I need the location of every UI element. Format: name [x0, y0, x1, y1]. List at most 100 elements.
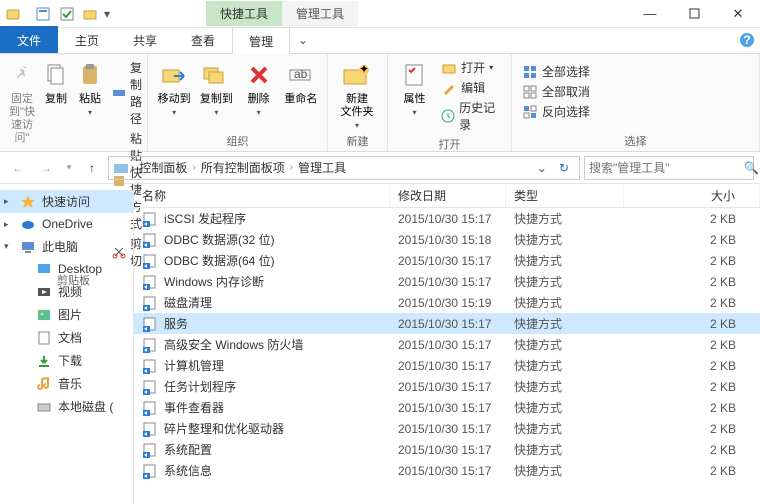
crumb-all-items[interactable]: 所有控制面板项	[198, 159, 288, 176]
file-size: 2 KB	[624, 275, 760, 289]
file-size: 2 KB	[624, 359, 760, 373]
search-input[interactable]	[589, 161, 744, 175]
col-date[interactable]: 修改日期	[390, 184, 506, 207]
pin-button[interactable]: 固定到"快速访问"	[6, 56, 38, 145]
list-item[interactable]: 任务计划程序 2015/10/30 15:17 快捷方式 2 KB	[134, 376, 760, 397]
open-icon	[441, 60, 457, 76]
select-none-button[interactable]: 全部取消	[518, 82, 594, 101]
nav-recent-dropdown[interactable]: ▾	[62, 156, 76, 180]
move-to-button[interactable]: 移动到▾	[154, 56, 194, 117]
nav-back-button[interactable]: ←	[6, 156, 30, 180]
file-type: 快捷方式	[506, 336, 624, 353]
navigation-pane[interactable]: ▸ 快速访问 ▸ OneDrive ▾ 此电脑 Desktop 视频 图片	[0, 184, 134, 504]
properties-button[interactable]: 属性▾	[394, 56, 435, 117]
crumb-control-panel[interactable]: 控制面板	[136, 159, 190, 176]
file-list[interactable]: 名称 修改日期 类型 大小 iSCSI 发起程序 2015/10/30 15:1…	[134, 184, 760, 504]
list-item[interactable]: 计算机管理 2015/10/30 15:17 快捷方式 2 KB	[134, 355, 760, 376]
minimize-button[interactable]: —	[628, 0, 672, 28]
list-item[interactable]: 系统配置 2015/10/30 15:17 快捷方式 2 KB	[134, 439, 760, 460]
col-size[interactable]: 大小	[624, 184, 760, 207]
nav-item[interactable]: 图片	[0, 303, 133, 326]
col-type[interactable]: 类型	[506, 184, 624, 207]
tab-share[interactable]: 共享	[116, 26, 174, 53]
move-to-icon	[158, 59, 190, 91]
nav-item[interactable]: 视频	[0, 280, 133, 303]
file-type: 快捷方式	[506, 441, 624, 458]
expand-icon[interactable]: ▾	[4, 241, 14, 252]
tab-home[interactable]: 主页	[58, 26, 116, 53]
copy-button[interactable]: 复制	[40, 56, 72, 106]
paste-button[interactable]: 粘贴 ▾	[74, 56, 106, 117]
select-all-button[interactable]: 全部选择	[518, 62, 594, 81]
list-item[interactable]: 系统信息 2015/10/30 15:17 快捷方式 2 KB	[134, 460, 760, 481]
qat-newfolder-icon[interactable]	[80, 3, 102, 25]
context-tab-shortcut-tools[interactable]: 快捷工具	[206, 1, 282, 26]
file-type: 快捷方式	[506, 273, 624, 290]
qat-checkbox-icon[interactable]	[56, 3, 78, 25]
address-dropdown-icon[interactable]: ⌄	[533, 161, 551, 175]
context-tab-manage-tools[interactable]: 管理工具	[282, 1, 358, 26]
nav-item[interactable]: 本地磁盘 (	[0, 395, 133, 418]
file-size: 2 KB	[624, 422, 760, 436]
expand-icon[interactable]: ▸	[4, 219, 14, 230]
list-item[interactable]: Windows 内存诊断 2015/10/30 15:17 快捷方式 2 KB	[134, 271, 760, 292]
nav-up-button[interactable]: ↑	[80, 156, 104, 180]
new-folder-button[interactable]: ✦ 新建 文件夹▾	[334, 56, 380, 130]
file-size: 2 KB	[624, 212, 760, 226]
nav-item[interactable]: ▾ 此电脑	[0, 235, 133, 258]
list-item[interactable]: 高级安全 Windows 防火墙 2015/10/30 15:17 快捷方式 2…	[134, 334, 760, 355]
new-folder-icon: ✦	[341, 59, 373, 91]
rename-button[interactable]: ab 重命名	[281, 56, 321, 106]
nav-item[interactable]: 文档	[0, 326, 133, 349]
invert-selection-button[interactable]: 反向选择	[518, 102, 594, 121]
crumb-admin-tools[interactable]: 管理工具	[295, 159, 349, 176]
nav-forward-button[interactable]: →	[34, 156, 58, 180]
expand-icon[interactable]: ▸	[4, 196, 14, 207]
history-button[interactable]: 历史记录	[437, 98, 505, 134]
list-item[interactable]: 磁盘清理 2015/10/30 15:19 快捷方式 2 KB	[134, 292, 760, 313]
list-item[interactable]: iSCSI 发起程序 2015/10/30 15:17 快捷方式 2 KB	[134, 208, 760, 229]
file-date: 2015/10/30 15:19	[390, 296, 506, 310]
tab-file[interactable]: 文件	[0, 26, 58, 53]
nav-item[interactable]: 下载	[0, 349, 133, 372]
group-new-label: 新建	[334, 131, 381, 151]
tab-manage[interactable]: 管理	[232, 27, 290, 54]
nav-item[interactable]: Desktop	[0, 258, 133, 280]
list-item[interactable]: 碎片整理和优化驱动器 2015/10/30 15:17 快捷方式 2 KB	[134, 418, 760, 439]
delete-button[interactable]: 删除▾	[239, 56, 279, 117]
close-button[interactable]: ✕	[716, 0, 760, 28]
file-name: Windows 内存诊断	[164, 273, 264, 290]
breadcrumb[interactable]: › 控制面板› 所有控制面板项› 管理工具 ⌄ ↻	[108, 156, 580, 180]
search-box[interactable]: 🔍	[584, 156, 754, 180]
copy-path-button[interactable]: 复制路径	[108, 58, 148, 128]
properties-icon	[399, 59, 431, 91]
edit-button[interactable]: 编辑	[437, 78, 505, 97]
file-name: 任务计划程序	[164, 378, 236, 395]
help-icon[interactable]: ?	[734, 27, 760, 53]
qat-dropdown-icon[interactable]: ▾	[104, 7, 116, 21]
list-item[interactable]: ODBC 数据源(32 位) 2015/10/30 15:18 快捷方式 2 K…	[134, 229, 760, 250]
file-size: 2 KB	[624, 233, 760, 247]
refresh-icon[interactable]: ↻	[553, 161, 575, 175]
qat-properties-icon[interactable]	[32, 3, 54, 25]
list-item[interactable]: 事件查看器 2015/10/30 15:17 快捷方式 2 KB	[134, 397, 760, 418]
maximize-button[interactable]	[672, 0, 716, 28]
col-name[interactable]: 名称	[134, 184, 390, 207]
nav-item[interactable]: 音乐	[0, 372, 133, 395]
open-button[interactable]: 打开 ▾	[437, 58, 505, 77]
down-icon	[36, 353, 52, 369]
file-type: 快捷方式	[506, 210, 624, 227]
tab-view[interactable]: 查看	[174, 26, 232, 53]
file-date: 2015/10/30 15:18	[390, 233, 506, 247]
file-type: 快捷方式	[506, 399, 624, 416]
shortcut-icon	[142, 211, 158, 227]
file-date: 2015/10/30 15:17	[390, 422, 506, 436]
ribbon-collapse-icon[interactable]: ⌄	[290, 27, 316, 53]
list-item[interactable]: ODBC 数据源(64 位) 2015/10/30 15:17 快捷方式 2 K…	[134, 250, 760, 271]
shortcut-icon	[142, 442, 158, 458]
list-item[interactable]: 服务 2015/10/30 15:17 快捷方式 2 KB	[134, 313, 760, 334]
copy-to-button[interactable]: 复制到▾	[196, 56, 236, 117]
nav-item[interactable]: ▸ OneDrive	[0, 213, 133, 235]
file-type: 快捷方式	[506, 420, 624, 437]
nav-item[interactable]: ▸ 快速访问	[0, 190, 133, 213]
